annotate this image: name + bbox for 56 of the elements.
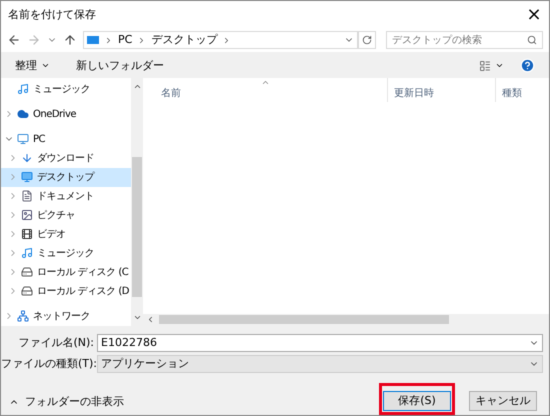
help-icon[interactable]	[520, 58, 535, 74]
window-title: 名前を付けて保存	[8, 6, 96, 23]
sidebar-item[interactable]: PC	[1, 130, 131, 149]
hide-folders-button[interactable]: フォルダーの非表示	[9, 394, 124, 410]
filename-label: ファイル名(N):	[17, 334, 95, 351]
horizontal-scrollbar[interactable]	[143, 314, 549, 326]
organize-button[interactable]: 整理	[15, 58, 50, 74]
download-arrow-icon	[21, 152, 33, 164]
drive-icon	[21, 285, 33, 298]
sidebar-item[interactable]: ダウンロード	[1, 148, 131, 168]
dialog-button[interactable]: キャンセル	[469, 391, 537, 412]
scroll-left-icon[interactable]	[146, 315, 155, 324]
file-type-label: ファイルの種類(T):	[1, 356, 97, 372]
filename-value: E1022786	[101, 334, 157, 351]
desktop-icon	[87, 36, 99, 44]
network-icon	[17, 310, 29, 322]
breadcrumb-segment[interactable]: デスクトップ	[151, 32, 218, 49]
column-header[interactable]: 名前	[143, 78, 387, 102]
close-button[interactable]: ×	[519, 2, 549, 27]
search-field[interactable]: デスクトップの検索	[386, 31, 543, 50]
search-placeholder: デスクトップの検索	[392, 34, 482, 48]
sidebar-item[interactable]: ミュージック	[1, 244, 131, 263]
sidebar-item[interactable]: ネットワーク	[1, 306, 131, 326]
sidebar-item[interactable]: ミュージック	[1, 80, 131, 99]
music-note-icon	[21, 247, 33, 260]
new-folder-button[interactable]: 新しいフォルダー	[76, 58, 164, 74]
search-icon	[527, 35, 537, 46]
column-header[interactable]: 更新日時	[387, 78, 495, 102]
sidebar-item[interactable]: ローカル ディスク (D	[1, 282, 131, 301]
film-icon	[21, 228, 33, 240]
file-type-dropdown[interactable]: アプリケーション	[97, 354, 543, 373]
list-view-icon	[479, 60, 491, 72]
dialog-button[interactable]: 保存(S)	[383, 391, 451, 412]
sidebar-item[interactable]: ピクチャ	[1, 206, 131, 225]
drive-icon	[21, 266, 33, 278]
separator-chevron-icon	[104, 36, 113, 45]
picture-icon	[21, 209, 33, 222]
file-type-value: アプリケーション	[101, 356, 189, 372]
sidebar-item[interactable]: ビデオ	[1, 224, 131, 244]
refresh-icon	[362, 35, 372, 46]
sidebar-item[interactable]: OneDrive	[1, 104, 131, 124]
column-header[interactable]: 種類	[495, 78, 549, 102]
breadcrumb-segment[interactable]: PC	[118, 32, 132, 49]
music-note-icon	[17, 83, 29, 96]
document-icon	[21, 190, 33, 202]
desktop-icon	[21, 171, 33, 184]
sidebar-item[interactable]: ドキュメント	[1, 186, 131, 206]
sidebar-item[interactable]: ローカル ディスク (C	[1, 262, 131, 282]
refresh-button[interactable]	[358, 31, 376, 50]
sidebar-item[interactable]: デスクトップ	[1, 168, 131, 187]
address-bar[interactable]: PC デスクトップ	[83, 31, 358, 50]
back-arrow-icon[interactable]	[7, 33, 21, 48]
monitor-icon	[17, 133, 29, 146]
filename-field[interactable]: E1022786	[97, 334, 543, 352]
cloud-icon	[17, 108, 29, 120]
view-options-button[interactable]	[479, 60, 504, 72]
